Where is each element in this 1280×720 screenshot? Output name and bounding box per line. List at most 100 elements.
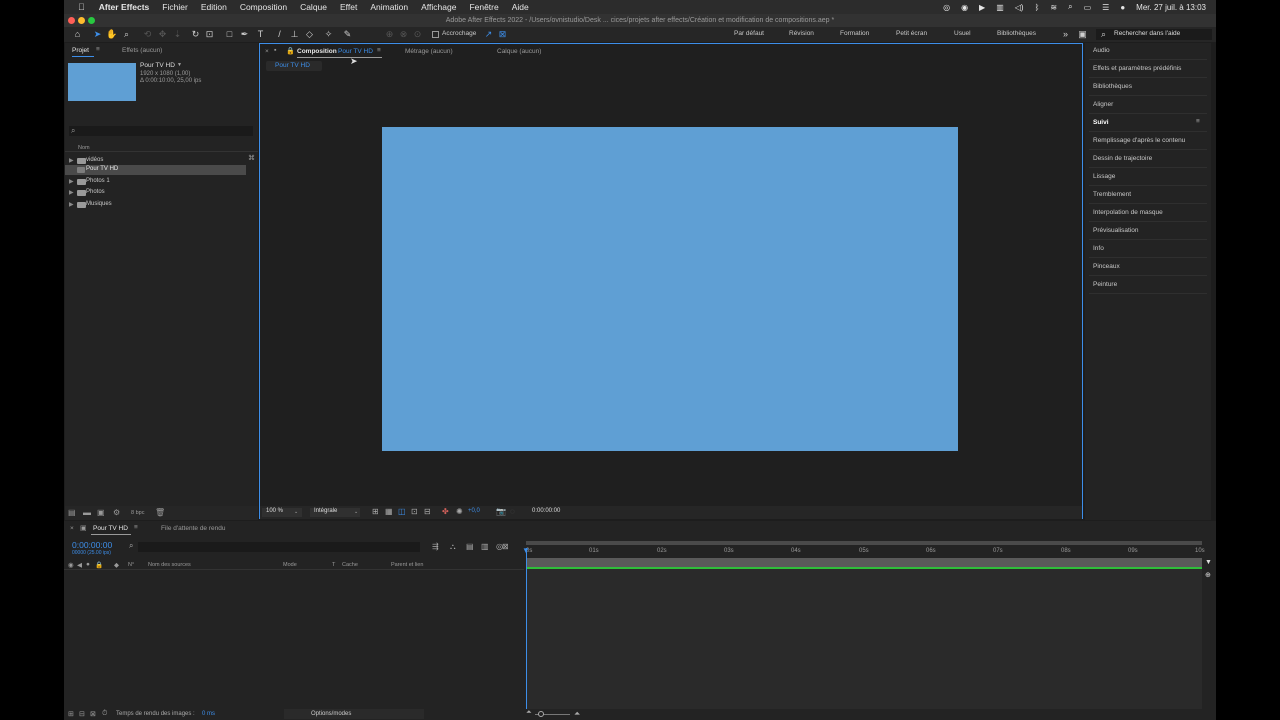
bluetooth-icon[interactable]: ᛒ (1035, 3, 1040, 12)
close-window-icon[interactable] (68, 17, 75, 24)
camera-tool-icon[interactable]: ⊡ (204, 29, 215, 40)
volume-icon[interactable]: ◁) (1015, 3, 1024, 12)
puppet-tool-icon[interactable]: ✎ (342, 29, 353, 40)
expand-arrow-icon[interactable]: ▶ (69, 201, 74, 208)
column-track-matte[interactable]: T (332, 562, 335, 568)
tab-timeline-comp[interactable]: Pour TV HD (93, 525, 128, 532)
workspace-libraries[interactable]: Bibliothèques (997, 30, 1036, 37)
record-icon[interactable]: ◉ (961, 3, 968, 12)
expand-arrow-icon[interactable]: ▶ (69, 157, 74, 164)
creative-cloud-icon[interactable]: ◎ (943, 3, 950, 12)
shy-layers-icon[interactable]: ▤ (466, 542, 474, 551)
project-menu-icon[interactable]: ≡ (96, 46, 100, 53)
lock-icon[interactable]: ▪ (274, 47, 276, 54)
options-modes-toggle[interactable] (284, 709, 424, 719)
graph-editor-icon[interactable]: ⊠ (502, 542, 509, 551)
show-snapshot-icon[interactable]: ◌ (510, 507, 515, 516)
panel-tracker[interactable]: Suivi (1093, 119, 1109, 126)
transparency-grid-icon[interactable]: ▦ (385, 507, 393, 516)
timeline-track-area[interactable] (526, 569, 1202, 710)
expand-arrow-icon[interactable]: ▶ (69, 189, 74, 196)
stamp-tool-icon[interactable]: ⊥ (289, 29, 300, 40)
snap-checkbox[interactable] (432, 31, 439, 38)
eye-icon[interactable]: ◉ (68, 561, 74, 569)
axis-icon[interactable]: ⊕ (384, 29, 395, 40)
label-tag-icon[interactable]: ◆ (114, 561, 119, 569)
column-parent-link[interactable]: Parent et lien (391, 562, 423, 568)
project-search-input[interactable] (69, 126, 253, 136)
panel-motion-sketch[interactable]: Dessin de trajectoire (1093, 155, 1152, 162)
zoom-in-mountain-icon[interactable]: ⏶ (574, 709, 580, 719)
menu-fenetre[interactable]: Fenêtre (469, 2, 498, 12)
column-mode[interactable]: Mode (283, 562, 297, 568)
interpret-footage-icon[interactable]: ▤ (68, 508, 76, 517)
work-area-bar[interactable] (526, 541, 1202, 545)
workspace-learn[interactable]: Formation (840, 30, 869, 37)
lock-column-icon[interactable]: 🔒 (95, 561, 103, 569)
mask-visibility-icon[interactable]: ◫ (398, 507, 406, 516)
panel-effects-presets[interactable]: Effets et paramètres prédéfinis (1093, 65, 1181, 72)
composition-menu-icon[interactable]: ≡ (377, 47, 381, 54)
panel-libraries[interactable]: Bibliothèques (1093, 83, 1132, 90)
adjust-project-icon[interactable]: ⚙ (113, 508, 120, 517)
tab-composition-name[interactable]: Pour TV HD (338, 48, 373, 55)
tab-project[interactable]: Projet (72, 47, 89, 54)
composition-canvas[interactable] (382, 127, 958, 451)
bars-icon[interactable]: ▥ (996, 3, 1004, 12)
hand-tool-icon[interactable]: ✋ (106, 29, 117, 40)
close-timeline-tab-icon[interactable]: × (70, 525, 74, 532)
tab-composition-prefix[interactable]: Composition (297, 48, 337, 55)
axis-world-icon[interactable]: ⊗ (398, 29, 409, 40)
workspace-small-screen[interactable]: Petit écran (896, 30, 927, 37)
zoom-window-icon[interactable] (88, 17, 95, 24)
new-composition-icon[interactable]: ▣ (97, 508, 105, 517)
exposure-reset-icon[interactable]: ✺ (456, 507, 463, 516)
viewer-timecode[interactable]: 0:00:00:00 (532, 508, 560, 514)
siri-icon[interactable]: ● (1120, 3, 1125, 12)
tab-footage[interactable]: Métrage (aucun) (405, 48, 453, 55)
clock-text[interactable]: Mer. 27 juil. à 13:03 (1136, 3, 1206, 12)
wifi-icon[interactable]: ≋ (1050, 3, 1057, 12)
roto-brush-icon[interactable]: ✧ (323, 29, 334, 40)
menu-edition[interactable]: Edition (201, 2, 227, 12)
panel-align[interactable]: Aligner (1093, 101, 1113, 108)
zoom-out-mountain-icon[interactable]: ⏶ (526, 709, 532, 717)
workspace-menu-icon[interactable]: ▣ (1077, 29, 1088, 40)
playhead-icon[interactable]: ▼ (522, 546, 530, 555)
menu-affichage[interactable]: Affichage (421, 2, 456, 12)
current-time-indicator[interactable] (526, 548, 527, 710)
channels-icon[interactable]: ✤ (442, 507, 449, 516)
timeline-timecode[interactable]: 0:00:00:00 (72, 540, 112, 550)
rectangle-tool-icon[interactable]: □ (224, 29, 235, 40)
rotate-tool-icon[interactable]: ↻ (190, 29, 201, 40)
panel-wiggler[interactable]: Tremblement (1093, 191, 1131, 198)
panel-audio[interactable]: Audio (1093, 47, 1110, 54)
work-area-end-icon[interactable]: ▼ (1205, 559, 1212, 566)
tracker-menu-icon[interactable]: ≡ (1196, 118, 1200, 125)
comp-info-dropdown-icon[interactable]: ▼ (177, 62, 182, 68)
menu-calque[interactable]: Calque (300, 2, 327, 12)
menu-animation[interactable]: Animation (370, 2, 408, 12)
panel-smoother[interactable]: Lissage (1093, 173, 1115, 180)
tab-effects[interactable]: Effets (aucun) (122, 47, 162, 54)
play-icon[interactable]: ▶ (979, 3, 985, 12)
workspace-standard[interactable]: Usuel (954, 30, 971, 37)
trash-icon[interactable]: 🗑 (155, 508, 165, 517)
selection-tool-icon[interactable]: ➤ (92, 29, 103, 40)
axis-view-icon[interactable]: ⊙ (412, 29, 423, 40)
layer-switches-icon[interactable]: ⊞ (68, 710, 74, 718)
tab-render-queue[interactable]: File d'attente de rendu (161, 525, 225, 532)
navigator-zoom-icon[interactable]: ⊕ (1205, 571, 1211, 579)
project-item-photos[interactable]: ▶ Photos (65, 188, 250, 198)
menu-app-name[interactable]: After Effects (99, 2, 150, 12)
pen-tool-icon[interactable]: ✒ (239, 29, 250, 40)
close-tab-icon[interactable]: × (265, 48, 269, 55)
zoom-tool-icon[interactable]: ⌕ (121, 29, 132, 40)
comp-mini-flowchart-icon[interactable]: ⇶ (432, 542, 439, 551)
exposure-value[interactable]: +0,0 (468, 508, 480, 514)
padlock-icon[interactable]: 🔒 (286, 47, 295, 55)
workspace-default[interactable]: Par défaut (734, 30, 764, 37)
frame-blending-icon[interactable]: ▥ (481, 542, 489, 551)
workspace-review[interactable]: Révision (789, 30, 814, 37)
dolly-tool-icon[interactable]: ⇣ (172, 29, 183, 40)
